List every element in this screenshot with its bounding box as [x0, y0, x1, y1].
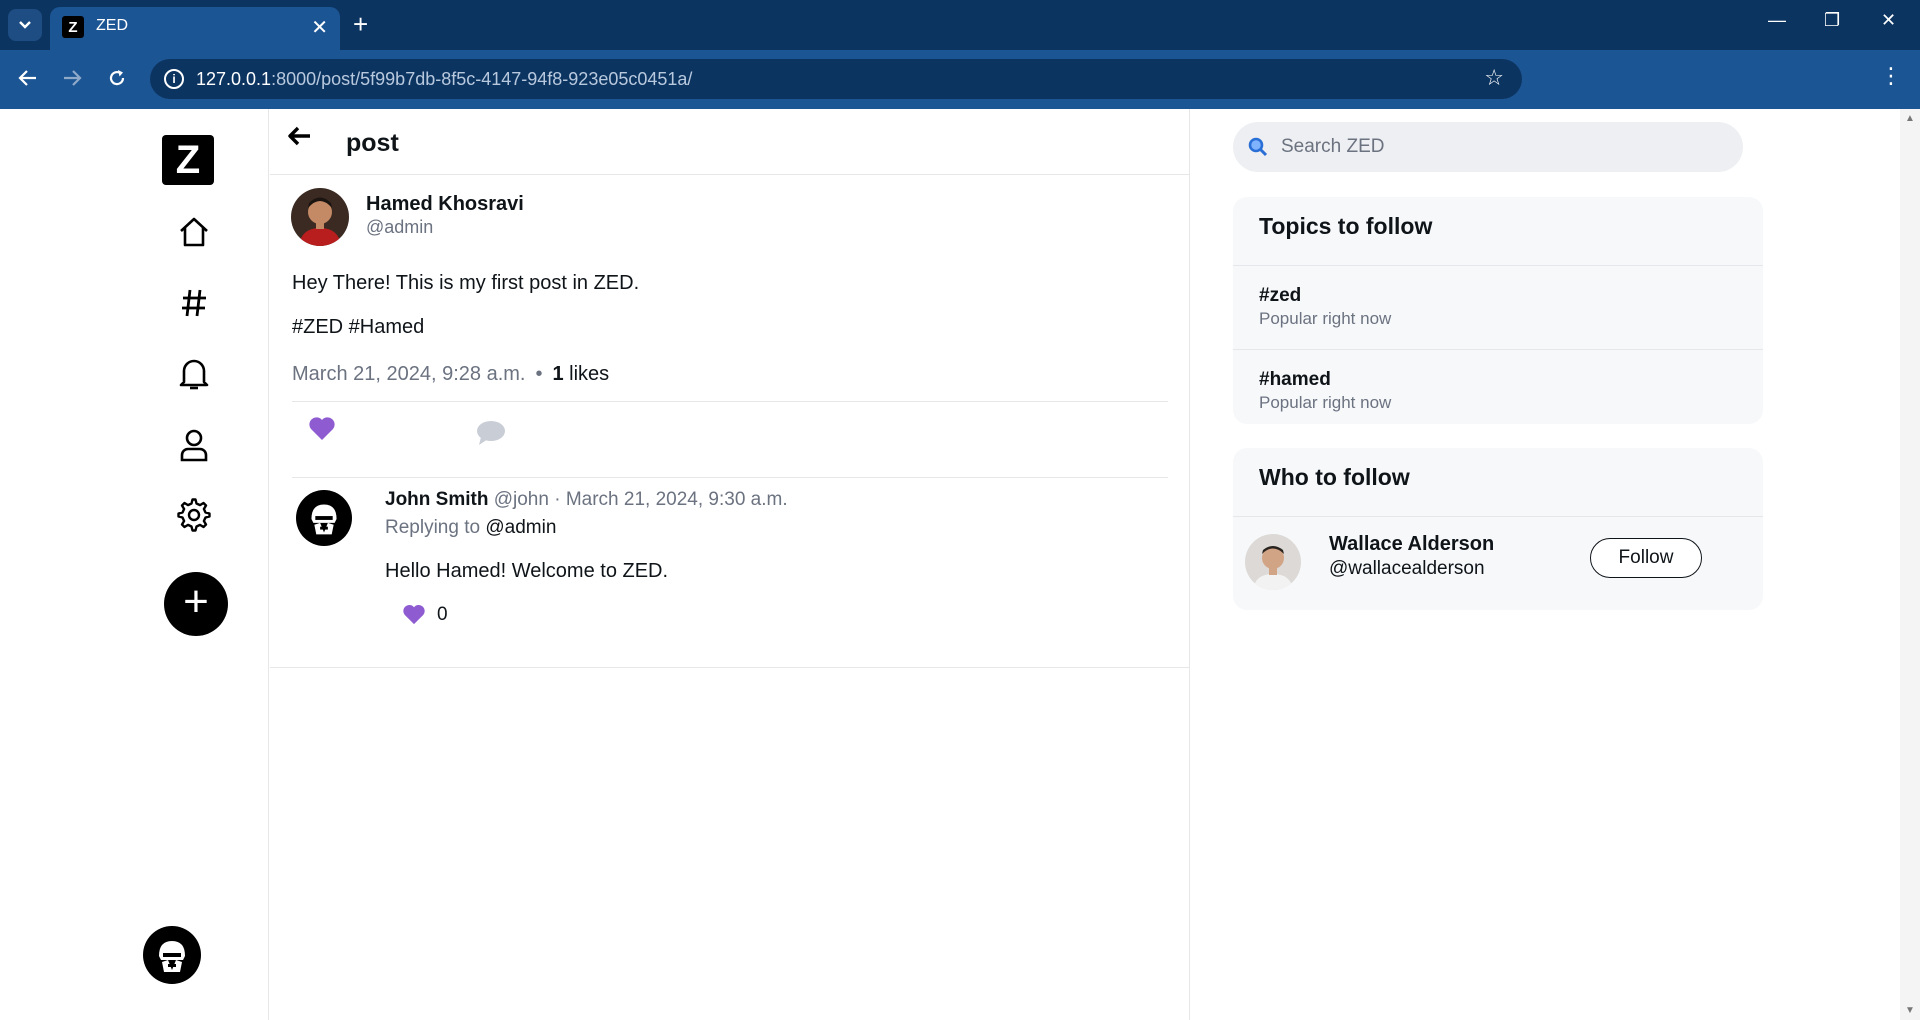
- reply-like-heart-icon[interactable]: [402, 603, 426, 627]
- who-to-follow-title: Who to follow: [1259, 464, 1410, 490]
- meta-separator: •: [535, 363, 543, 385]
- reply-text: Hello Hamed! Welcome to ZED.: [385, 560, 669, 582]
- reply-like-count: 0: [437, 604, 448, 625]
- tab-title: ZED: [96, 17, 128, 34]
- restore-icon[interactable]: ❐: [1824, 10, 1840, 31]
- chevron-down-icon: [19, 21, 31, 29]
- divider: [1233, 516, 1763, 517]
- topic-tag[interactable]: #zed: [1259, 285, 1301, 307]
- tab-favicon-icon: Z: [62, 16, 84, 38]
- browser-tab[interactable]: Z ZED ✕: [50, 7, 340, 50]
- post-meta: March 21, 2024, 9:28 a.m. • 1 likes: [292, 363, 609, 386]
- zed-logo[interactable]: Z: [162, 135, 214, 185]
- reply-author-name[interactable]: John Smith: [385, 489, 488, 510]
- post-hashtags[interactable]: #ZED #Hamed: [292, 316, 424, 339]
- page-scrollbar[interactable]: ▲ ▼: [1900, 109, 1920, 1020]
- post-likes-count: 1: [552, 363, 564, 385]
- topic-subtitle: Popular right now: [1259, 393, 1392, 412]
- divider: [270, 667, 1190, 668]
- divider: [1233, 265, 1763, 266]
- current-user-avatar[interactable]: [143, 926, 201, 984]
- suggestion-name[interactable]: Wallace Alderson: [1329, 533, 1494, 556]
- back-arrow-icon[interactable]: [286, 123, 316, 153]
- browser-tab-bar: Z ZED ✕ + — ❐ ✕: [0, 0, 1920, 50]
- scroll-up-arrow-icon[interactable]: ▲: [1905, 113, 1915, 124]
- page-header: post: [270, 109, 1190, 175]
- page: Z + post Hamed Khosravi @admin Hey There…: [0, 109, 1900, 1020]
- scroll-down-arrow-icon[interactable]: ▼: [1905, 1005, 1915, 1016]
- bell-icon[interactable]: [174, 354, 214, 394]
- post-timestamp: March 21, 2024, 9:28 a.m.: [292, 363, 526, 385]
- post-likes-label: likes: [569, 363, 610, 385]
- gear-icon[interactable]: [174, 495, 214, 535]
- address-bar[interactable]: i 127.0.0.1:8000/post/5f99b7db-8f5c-4147…: [150, 59, 1522, 99]
- topics-card: Topics to follow #zed Popular right now …: [1233, 197, 1763, 424]
- topics-title: Topics to follow: [1259, 213, 1433, 239]
- post-author-name[interactable]: Hamed Khosravi: [366, 193, 524, 216]
- hashtag-icon[interactable]: [174, 283, 214, 323]
- follow-button[interactable]: Follow: [1590, 538, 1702, 578]
- reply-author-avatar[interactable]: [296, 490, 352, 546]
- like-heart-icon[interactable]: [308, 415, 336, 443]
- divider: [1233, 349, 1763, 350]
- suggestion-avatar[interactable]: [1245, 534, 1301, 590]
- home-icon[interactable]: [174, 212, 214, 252]
- new-tab-icon[interactable]: +: [353, 9, 368, 39]
- plus-icon: +: [183, 577, 209, 626]
- main-column: post Hamed Khosravi @admin Hey There! Th…: [270, 109, 1190, 1020]
- divider: [292, 401, 1168, 402]
- back-arrow-icon[interactable]: [12, 62, 44, 94]
- reply-header: John Smith @john · March 21, 2024, 9:30 …: [385, 489, 788, 511]
- left-sidebar: Z +: [0, 109, 269, 1020]
- bookmark-star-icon[interactable]: ☆: [1484, 65, 1504, 91]
- comment-bubble-icon[interactable]: [475, 419, 507, 447]
- suggestion-handle[interactable]: @wallacealderson: [1329, 558, 1485, 580]
- site-info-icon[interactable]: i: [164, 69, 184, 89]
- who-to-follow-card: Who to follow Wallace Alderson @wallacea…: [1233, 448, 1763, 610]
- tab-list-button[interactable]: [8, 9, 42, 41]
- divider: [292, 477, 1168, 478]
- forward-arrow-icon[interactable]: [56, 62, 88, 94]
- post-author-handle[interactable]: @admin: [366, 217, 433, 238]
- reload-icon[interactable]: [101, 62, 133, 94]
- compose-button[interactable]: +: [164, 572, 228, 636]
- url-text[interactable]: 127.0.0.1:8000/post/5f99b7db-8f5c-4147-9…: [196, 69, 692, 90]
- browser-toolbar: i 127.0.0.1:8000/post/5f99b7db-8f5c-4147…: [0, 50, 1920, 109]
- search-box[interactable]: [1233, 122, 1743, 172]
- search-icon: [1247, 136, 1269, 158]
- minimize-icon[interactable]: —: [1768, 10, 1786, 31]
- author-avatar[interactable]: [291, 188, 349, 246]
- post-text: Hey There! This is my first post in ZED.: [292, 272, 640, 294]
- browser-menu-icon[interactable]: ⋮: [1880, 64, 1902, 88]
- topic-tag[interactable]: #hamed: [1259, 369, 1331, 391]
- search-input[interactable]: [1281, 122, 1721, 172]
- replying-to-label: Replying to: [385, 517, 481, 538]
- topic-subtitle: Popular right now: [1259, 309, 1392, 328]
- close-window-icon[interactable]: ✕: [1881, 10, 1896, 31]
- close-tab-icon[interactable]: ✕: [311, 15, 328, 40]
- page-title: post: [346, 129, 399, 157]
- profile-icon[interactable]: [174, 425, 214, 465]
- replying-to: Replying to @admin: [385, 517, 556, 539]
- reply-meta: @john · March 21, 2024, 9:30 a.m.: [493, 489, 788, 510]
- replying-to-mention[interactable]: @admin: [485, 517, 556, 538]
